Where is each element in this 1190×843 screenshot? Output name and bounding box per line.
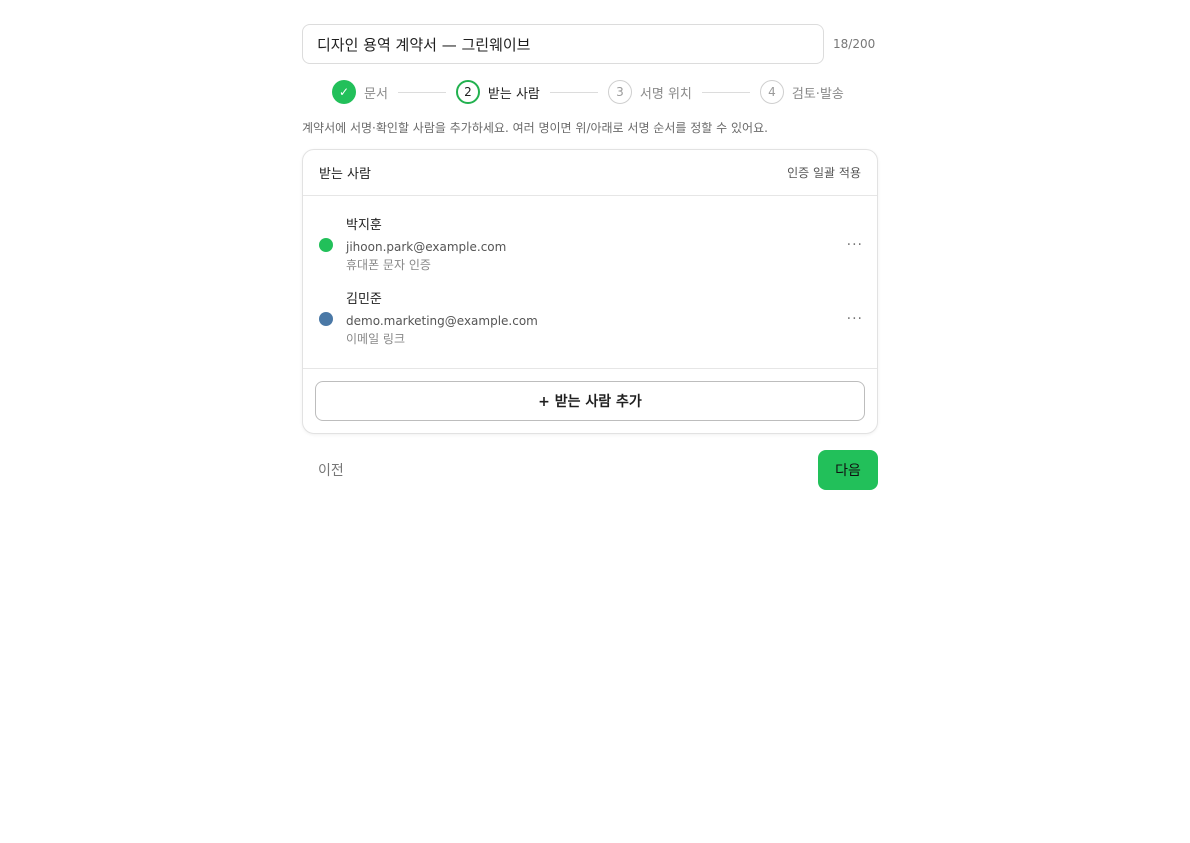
recipients-card-title: 받는 사람 [319,167,371,182]
step-number: 4 [759,80,784,104]
recipient-info: 박지훈 jihoon.park@example.com 휴대폰 문자 인증 [346,216,847,274]
send-wizard: 18/200 ✓ 문서 2 받는 사람 3 서명 위치 4 검토·발송 계약서에… [302,24,878,490]
step-label: 서명 위치 [639,86,692,102]
recipients-card: 받는 사람 인증 일괄 적용 박지훈 jihoon.park@example.c… [302,149,878,434]
step-label: 검토·발송 [791,86,844,102]
next-button[interactable]: 다음 [818,450,878,490]
recipient-color-dot [319,238,333,252]
step-label: 받는 사람 [487,86,540,102]
wizard-footer: 이전 다음 [302,450,878,490]
title-row: 18/200 [302,24,878,64]
step-signature-position[interactable]: 3 서명 위치 [607,80,692,104]
stepper: ✓ 문서 2 받는 사람 3 서명 위치 4 검토·발송 [302,79,878,105]
recipient-name: 김민준 [346,292,382,307]
step-recipients[interactable]: 2 받는 사람 [455,80,540,104]
step-review-send[interactable]: 4 검토·발송 [759,80,844,104]
recipient-color-dot [319,312,333,326]
add-recipient-button[interactable]: + 받는 사람 추가 [315,381,865,421]
check-icon: ✓ [332,80,356,104]
recipient-auth-method: 이메일 링크 [346,332,406,346]
recipient-item[interactable]: 김민준 demo.marketing@example.com 이메일 링크 ··… [303,284,877,354]
step-number: 3 [607,80,632,104]
recipient-name: 박지훈 [346,218,382,233]
document-title-input[interactable] [302,24,824,64]
add-recipient-area: + 받는 사람 추가 [303,369,877,433]
recipient-item[interactable]: 박지훈 jihoon.park@example.com 휴대폰 문자 인증 ··… [303,210,877,280]
more-options-icon[interactable]: ··· [847,309,863,329]
recipients-card-header: 받는 사람 인증 일괄 적용 [303,150,877,196]
help-text: 계약서에 서명·확인할 사람을 추가하세요. 여러 명이면 위/아래로 서명 순… [302,121,768,135]
more-options-icon[interactable]: ··· [847,235,863,255]
step-number: 2 [455,80,480,104]
recipient-email: jihoon.park@example.com [346,240,507,254]
title-char-counter: 18/200 [833,37,876,51]
recipient-list: 박지훈 jihoon.park@example.com 휴대폰 문자 인증 ··… [303,196,877,369]
bulk-auth-apply-link[interactable]: 인증 일괄 적용 [787,164,861,181]
step-document[interactable]: ✓ 문서 [332,80,388,104]
recipient-auth-method: 휴대폰 문자 인증 [346,258,431,272]
step-label: 문서 [364,86,388,102]
recipient-info: 김민준 demo.marketing@example.com 이메일 링크 [346,290,847,348]
step-connector [397,91,446,93]
step-connector [549,91,598,93]
previous-button[interactable]: 이전 [302,460,344,480]
step-connector [701,91,750,93]
recipient-email: demo.marketing@example.com [346,314,538,328]
